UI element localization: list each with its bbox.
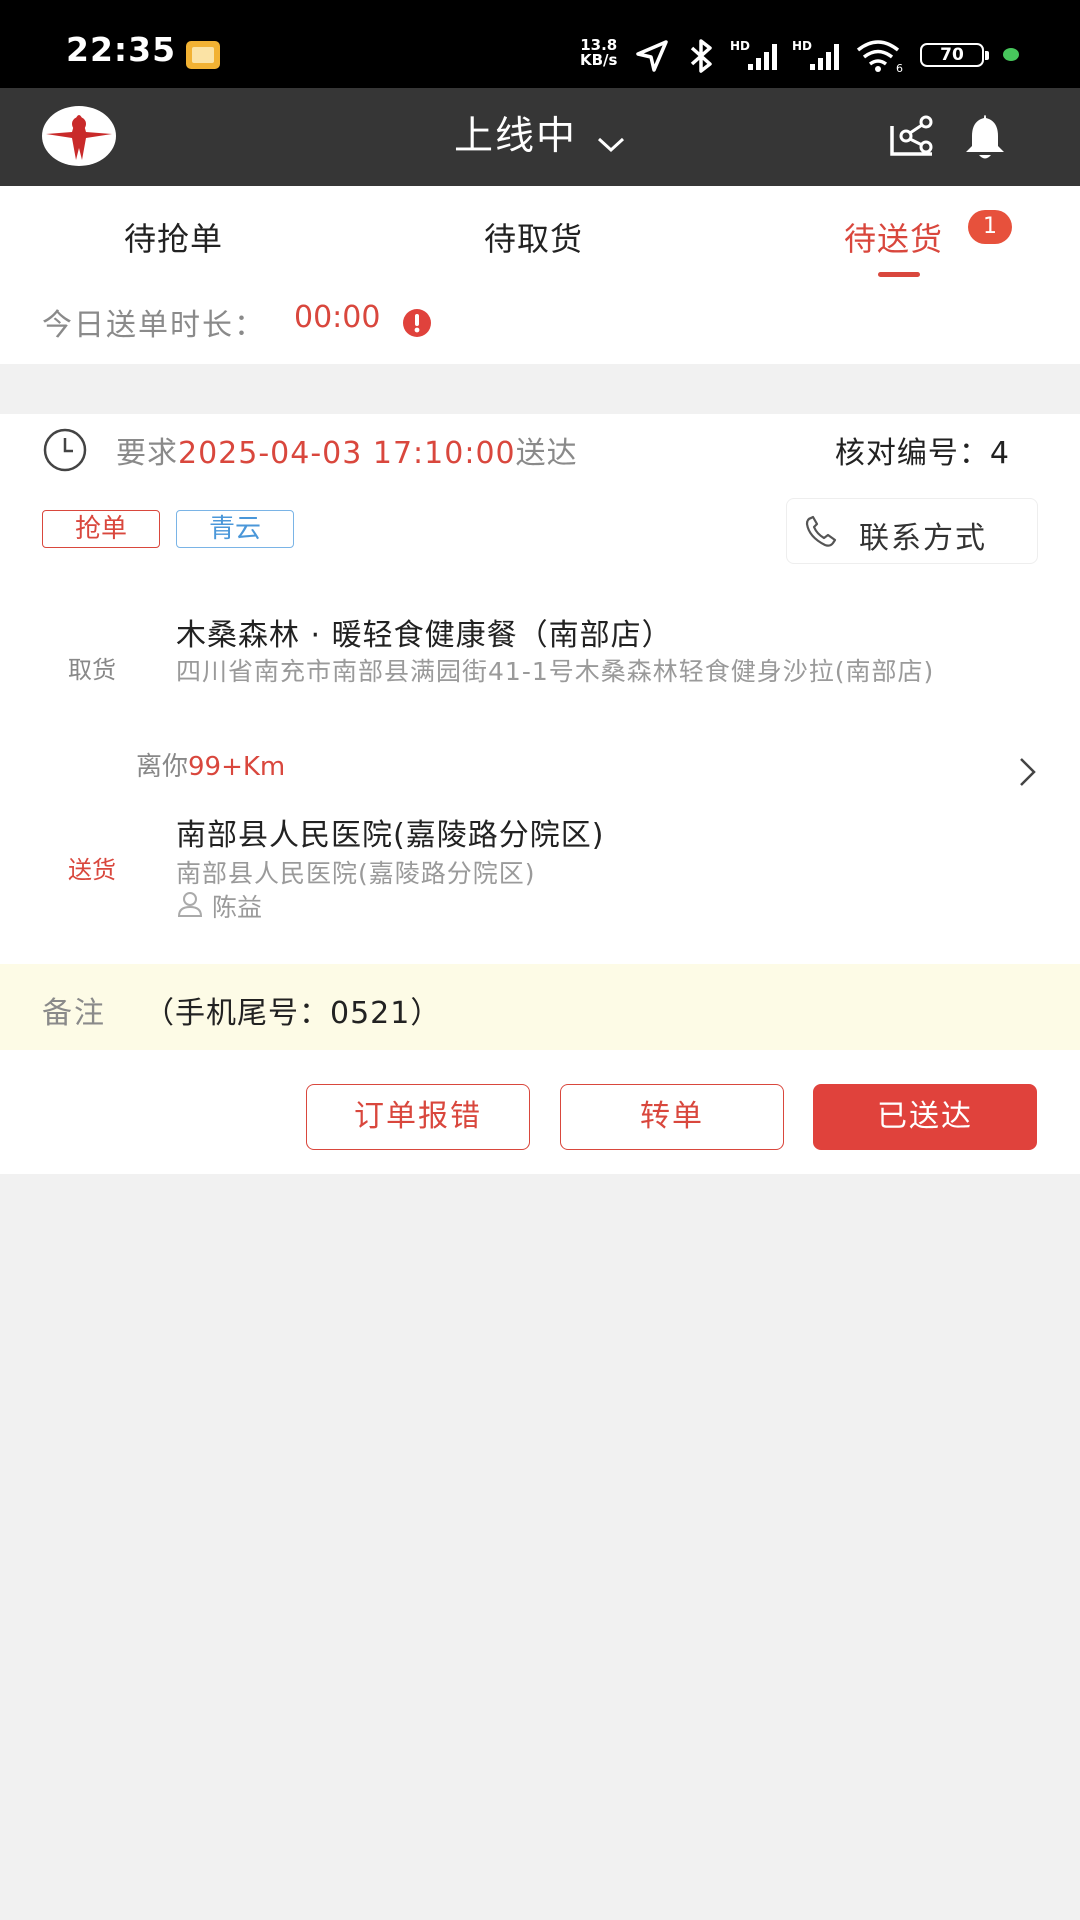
- camera-indicator-dot: [1003, 48, 1019, 61]
- battery-icon: 70: [920, 43, 989, 67]
- tab-bar: 待抢单 待取货 待送货: [0, 186, 1080, 282]
- share-icon[interactable]: [888, 114, 936, 158]
- tab-pending-pickup[interactable]: 待取货: [484, 214, 583, 260]
- required-delivery-time: 要求2025-04-03 17:10:00送达: [116, 428, 578, 472]
- bluetooth-icon: [690, 39, 712, 73]
- order-card[interactable]: 要求2025-04-03 17:10:00送达 核对编号：4 抢单 青云 联系方…: [0, 414, 1080, 1174]
- hd-signal-icon: HD: [792, 39, 839, 70]
- deliver-address: 南部县人民医院(嘉陵路分院区): [176, 859, 536, 888]
- remark-label: 备注: [42, 996, 106, 1031]
- today-duration-row: 今日送单时长： 00:00: [0, 282, 1080, 364]
- distance: 离你99+Km: [136, 746, 285, 783]
- tab-active-indicator: [878, 272, 920, 277]
- tab-badge: 1: [968, 210, 1012, 244]
- check-number-value: 4: [989, 436, 1010, 471]
- wifi-icon: 6: [856, 40, 903, 74]
- net-speed: 13.8 KB/s: [580, 38, 617, 68]
- hd-signal-icon: HD: [730, 39, 777, 70]
- contact-button[interactable]: 联系方式: [786, 498, 1038, 564]
- delivered-button[interactable]: 已送达: [813, 1084, 1037, 1150]
- deliver-destination-name: 南部县人民医院(嘉陵路分院区): [176, 818, 605, 853]
- duration-value: 00:00: [294, 300, 381, 335]
- tag-platform: 青云: [176, 510, 294, 548]
- location-arrow-icon: [636, 40, 668, 72]
- bell-icon[interactable]: [962, 112, 1008, 160]
- app-header: 上线中: [0, 88, 1080, 186]
- pickup-address: 四川省南充市南部县满园街41-1号木桑森林轻食健身沙拉(南部店): [176, 657, 935, 686]
- warning-icon[interactable]: [402, 308, 432, 338]
- deliver-label: 送货: [68, 856, 116, 884]
- distance-prefix: 离你: [136, 752, 189, 782]
- tab-pending-delivery[interactable]: 待送货: [844, 214, 943, 260]
- check-number: 核对编号：4: [835, 428, 1010, 472]
- header-title[interactable]: 上线中: [454, 88, 577, 186]
- svg-text:HD: HD: [792, 39, 812, 53]
- report-error-button[interactable]: 订单报错: [306, 1084, 530, 1150]
- require-suffix: 送达: [515, 436, 578, 471]
- pickup-label: 取货: [68, 656, 116, 684]
- status-time: 22:35: [66, 30, 177, 69]
- status-bar: 22:35 13.8 KB/s HD HD 6 70: [0, 0, 1080, 88]
- chevron-right-icon[interactable]: [1016, 756, 1040, 788]
- tag-grab: 抢单: [42, 510, 160, 548]
- pickup-store-name: 木桑森林 · 暖轻食健康餐（南部店）: [176, 618, 673, 653]
- tab-pending-grab[interactable]: 待抢单: [124, 214, 223, 260]
- remark-row: 备注 （手机尾号：0521）: [0, 964, 1080, 1050]
- distance-value: 99+Km: [188, 752, 286, 782]
- net-speed-unit: KB/s: [580, 51, 618, 69]
- remark-text: （手机尾号：0521）: [144, 996, 442, 1031]
- chevron-down-icon[interactable]: [596, 135, 626, 155]
- duration-label: 今日送单时长：: [42, 308, 266, 343]
- gallery-notification-icon: [186, 41, 220, 69]
- check-number-label: 核对编号：: [834, 436, 990, 471]
- recipient-name: 陈益: [212, 893, 263, 922]
- transfer-order-button[interactable]: 转单: [560, 1084, 784, 1150]
- person-icon: [177, 892, 203, 917]
- phone-icon: [805, 515, 837, 547]
- require-time: 2025-04-03 17:10:00: [178, 436, 516, 471]
- svg-text:HD: HD: [730, 39, 750, 53]
- clock-icon: [43, 428, 87, 472]
- contact-label: 联系方式: [859, 521, 987, 556]
- require-prefix: 要求: [116, 436, 178, 471]
- svg-text:6: 6: [896, 62, 903, 74]
